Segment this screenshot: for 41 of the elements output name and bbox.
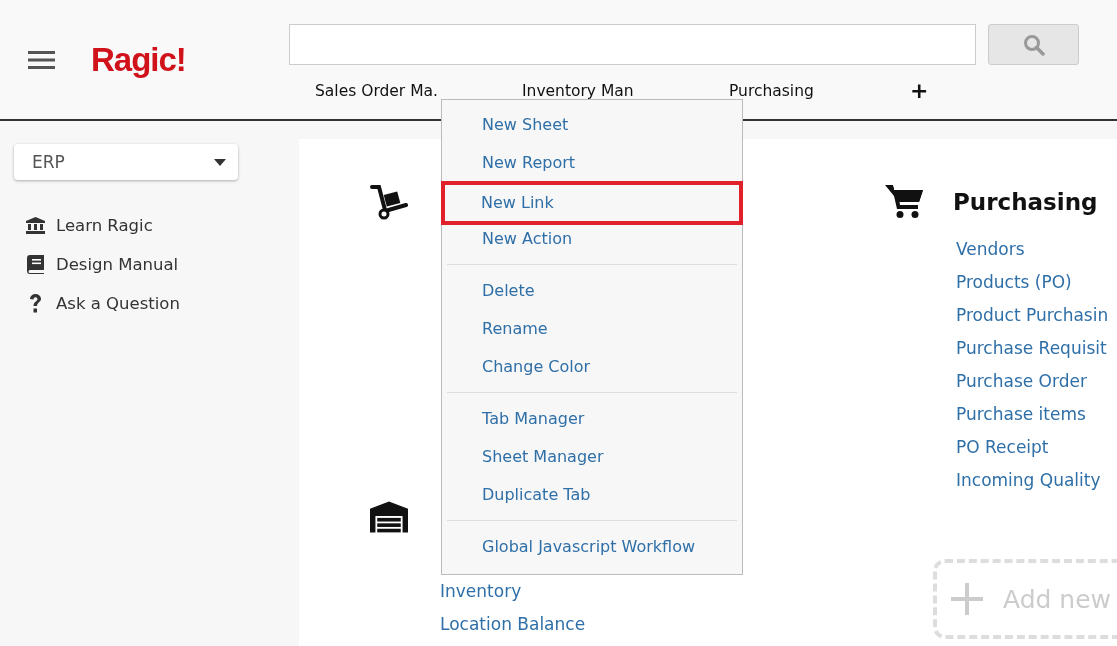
sheet-link[interactable]: Incoming Quality	[956, 464, 1117, 497]
hand-truck-icon	[370, 184, 408, 220]
menu-item[interactable]: New Report	[442, 144, 742, 182]
plus-icon	[951, 583, 983, 615]
menu-item[interactable]: Delete	[442, 272, 742, 310]
sheet-link[interactable]: Products (PO)	[956, 266, 1117, 299]
menu-item[interactable]: New Sheet	[442, 106, 742, 144]
sheet-link[interactable]: Product Purchasin	[956, 299, 1117, 332]
book-icon	[26, 255, 45, 274]
logo[interactable]: Ragic!	[91, 41, 186, 79]
help-link[interactable]: Design Manual	[56, 255, 179, 274]
sheet-link[interactable]: Purchase items	[956, 398, 1117, 431]
sheet-link[interactable]: Location Balance	[440, 608, 885, 641]
sheet-link[interactable]: Vendors	[956, 233, 1117, 266]
search-icon	[1022, 33, 1045, 56]
cart-icon	[885, 185, 923, 219]
menu-item[interactable]: Change Color	[442, 348, 742, 386]
menu-item[interactable]: Sheet Manager	[442, 438, 742, 476]
menu-item[interactable]: Tab Manager	[442, 400, 742, 438]
bank-icon	[26, 217, 45, 234]
warehouse-icon	[370, 500, 408, 534]
tab[interactable]: Sales Order Ma.	[289, 80, 496, 102]
menu-icon[interactable]	[28, 50, 55, 70]
add-tab-button[interactable]: +	[910, 80, 929, 102]
search-button[interactable]	[988, 24, 1079, 65]
menu-item[interactable]: Rename	[442, 310, 742, 348]
tab[interactable]: Purchasing	[703, 80, 910, 102]
search-field[interactable]	[289, 24, 976, 65]
menu-item[interactable]: New Link	[441, 181, 743, 225]
sheet-link[interactable]: Purchase Requisit	[956, 332, 1117, 365]
sheet-link[interactable]: PO Receipt	[956, 431, 1117, 464]
help-link[interactable]: Ask a Question	[56, 294, 180, 313]
dropdown[interactable]: ERP	[14, 144, 238, 180]
menu-item[interactable]: Global Javascript Workflow	[442, 528, 742, 566]
section-title: Purchasing	[953, 189, 1098, 215]
tab[interactable]: Inventory Man	[496, 80, 703, 102]
sheet-link[interactable]: Inventory	[440, 575, 885, 608]
caret-icon	[214, 158, 226, 166]
sheet-link[interactable]: Purchase Order	[956, 365, 1117, 398]
menu-item[interactable]: Duplicate Tab	[442, 476, 742, 514]
help-link[interactable]: Learn Ragic	[56, 216, 153, 235]
